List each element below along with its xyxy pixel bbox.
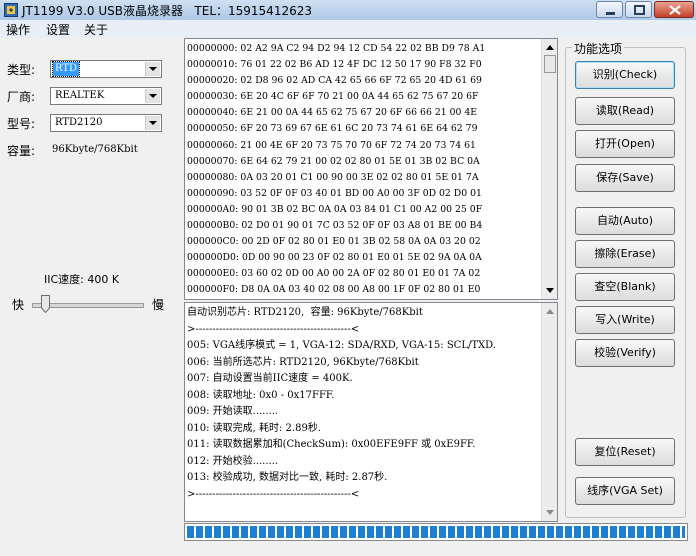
auto-button[interactable]: 自动(Auto) <box>575 207 675 235</box>
hex-dump-row: 00000000: 02 A2 9A C2 94 D2 94 12 CD 54 … <box>187 43 486 54</box>
capacity-label: 容量: <box>7 144 36 158</box>
log-line: 012: 开始校验........ <box>187 455 279 467</box>
chevron-down-icon[interactable] <box>145 62 160 76</box>
close-icon <box>669 5 681 15</box>
hex-dump-row: 000000B0: 02 D0 01 90 01 7C 03 52 0F 0F … <box>187 220 483 232</box>
client-area: 类型: RTD 厂商: REALTEK 型号: RTD2120 容量: 96Kb… <box>0 38 696 556</box>
read-button[interactable]: 读取(Read) <box>575 97 675 125</box>
blank-button[interactable]: 查空(Blank) <box>575 273 675 301</box>
vendor-value: REALTEK <box>55 90 105 101</box>
log-line: >---------------------------------------… <box>187 323 360 335</box>
model-select[interactable]: RTD2120 <box>50 114 162 132</box>
log-line: 007: 自动设置当前IIC速度 = 400K. <box>187 373 353 384</box>
vendor-label: 厂商: <box>7 90 36 104</box>
log-line: >---------------------------------------… <box>187 488 360 500</box>
hex-dump-row: 000000E0: 03 60 02 0D 00 A0 00 2A 0F 02 … <box>187 268 481 280</box>
hex-dump-row: 00000060: 21 00 4E 6F 20 73 75 70 70 6F … <box>187 139 476 151</box>
chevron-down-icon[interactable] <box>145 116 160 130</box>
menu-about[interactable]: 关于 <box>84 21 108 38</box>
model-label: 型号: <box>7 117 36 131</box>
menu-settings[interactable]: 设置 <box>46 21 70 38</box>
close-button[interactable] <box>654 1 694 18</box>
hex-dump-view[interactable]: 00000000: 02 A2 9A C2 94 D2 94 12 CD 54 … <box>184 38 558 300</box>
scroll-down-icon[interactable] <box>543 505 557 520</box>
hex-dump-row: 00000020: 02 D8 96 02 AD CA 42 65 66 6F … <box>187 75 482 87</box>
hex-dump-row: 00000070: 6E 64 62 79 21 00 02 02 80 01 … <box>187 155 480 167</box>
log-view[interactable]: 自动识别芯片: RTD2120, 容量: 96Kbyte/768Kbit >---… <box>184 302 558 522</box>
type-select[interactable]: RTD <box>50 60 162 78</box>
hex-dump-row: 000000D0: 0D 00 90 00 23 0F 02 80 01 E0 … <box>187 252 482 264</box>
slider-slow-label: 慢 <box>152 298 165 312</box>
vga-set-button[interactable]: 线序(VGA Set) <box>575 477 675 505</box>
hex-dump-row: 00000030: 6E 20 4C 6F 6F 70 21 00 0A 44 … <box>187 91 479 103</box>
function-group-legend: 功能选项 <box>572 40 625 57</box>
progress-bar <box>184 523 688 541</box>
log-scrollbar[interactable] <box>541 303 557 521</box>
window-title: JT1199 V3.0 USB液晶烧录器 TEL：15915412623 <box>22 4 312 18</box>
hex-scrollbar[interactable] <box>541 39 557 299</box>
iic-speed-slider-thumb[interactable] <box>41 295 50 313</box>
log-line: 009: 开始读取........ <box>187 406 279 417</box>
type-value: RTD <box>51 61 81 77</box>
write-button[interactable]: 写入(Write) <box>575 306 675 334</box>
hex-dump-row: 000000C0: 00 2D 0F 02 80 01 E0 01 3B 02 … <box>187 236 481 248</box>
log-line: 011: 读取数据累加和(CheckSum): 0x00EFE9FF 或 0xE… <box>187 439 476 450</box>
log-line: 自动识别芯片: RTD2120, 容量: 96Kbyte/768Kbit <box>187 307 423 318</box>
chevron-down-icon[interactable] <box>145 89 160 103</box>
log-line: 008: 读取地址: 0x0 - 0x17FFF. <box>187 389 335 401</box>
scroll-up-icon[interactable] <box>543 40 557 55</box>
hex-dump-row: 00000050: 6F 20 73 69 67 6E 61 6C 20 73 … <box>187 123 478 135</box>
hex-dump-row: 00000010: 76 01 22 02 B6 AD 12 4F DC 12 … <box>187 59 482 71</box>
vendor-select[interactable]: REALTEK <box>50 87 162 105</box>
hex-dump-lines: 00000000: 02 A2 9A C2 94 D2 94 12 CD 54 … <box>187 41 485 299</box>
progress-fill <box>187 526 685 538</box>
verify-button[interactable]: 校验(Verify) <box>575 339 675 367</box>
model-value: RTD2120 <box>55 117 103 128</box>
open-button[interactable]: 打开(Open) <box>575 130 675 158</box>
app-icon <box>4 3 18 17</box>
menu-bar: 操作 设置 关于 <box>0 20 696 38</box>
maximize-icon <box>634 5 645 15</box>
maximize-button[interactable] <box>625 1 652 18</box>
log-line: 013: 校验成功, 数据对比一致, 耗时: 2.87秒. <box>187 472 388 483</box>
minimize-icon <box>606 12 615 15</box>
check-button[interactable]: 识别(Check) <box>575 61 675 89</box>
title-bar: JT1199 V3.0 USB液晶烧录器 TEL：15915412623 <box>0 0 696 20</box>
log-line: 005: VGA线序模式 = 1, VGA-12: SDA/RXD, VGA-1… <box>187 340 496 351</box>
log-line: 010: 读取完成, 耗时: 2.89秒. <box>187 422 321 434</box>
capacity-value: 96Kbyte/768Kbit <box>52 144 138 155</box>
iic-speed-label: IIC速度: 400 K <box>44 273 120 286</box>
log-lines: 自动识别芯片: RTD2120, 容量: 96Kbyte/768Kbit >---… <box>187 305 496 503</box>
log-line: 006: 当前所选芯片: RTD2120, 96Kbyte/768Kbit <box>187 356 419 368</box>
menu-operate[interactable]: 操作 <box>6 21 30 38</box>
reset-button[interactable]: 复位(Reset) <box>575 438 675 466</box>
hex-dump-row: 00000080: 0A 03 20 01 C1 00 90 00 3E 02 … <box>187 171 479 183</box>
erase-button[interactable]: 擦除(Erase) <box>575 240 675 268</box>
save-button[interactable]: 保存(Save) <box>575 164 675 192</box>
scroll-up-icon[interactable] <box>543 304 557 319</box>
hex-dump-row: 000000A0: 90 01 3B 02 BC 0A 0A 03 84 01 … <box>187 203 483 215</box>
hex-dump-row: 00000040: 6E 21 00 0A 44 65 62 75 67 20 … <box>187 107 478 119</box>
hex-dump-row: 000000F0: D8 0A 0A 03 40 02 08 00 A8 00 … <box>187 284 481 296</box>
hex-dump-row: 00000090: 03 52 0F 0F 03 40 01 BD 00 A0 … <box>187 187 482 199</box>
scroll-down-icon[interactable] <box>543 283 557 298</box>
minimize-button[interactable] <box>596 1 623 18</box>
hex-scroll-thumb[interactable] <box>544 55 556 73</box>
type-label: 类型: <box>7 63 36 77</box>
slider-fast-label: 快 <box>12 298 25 312</box>
